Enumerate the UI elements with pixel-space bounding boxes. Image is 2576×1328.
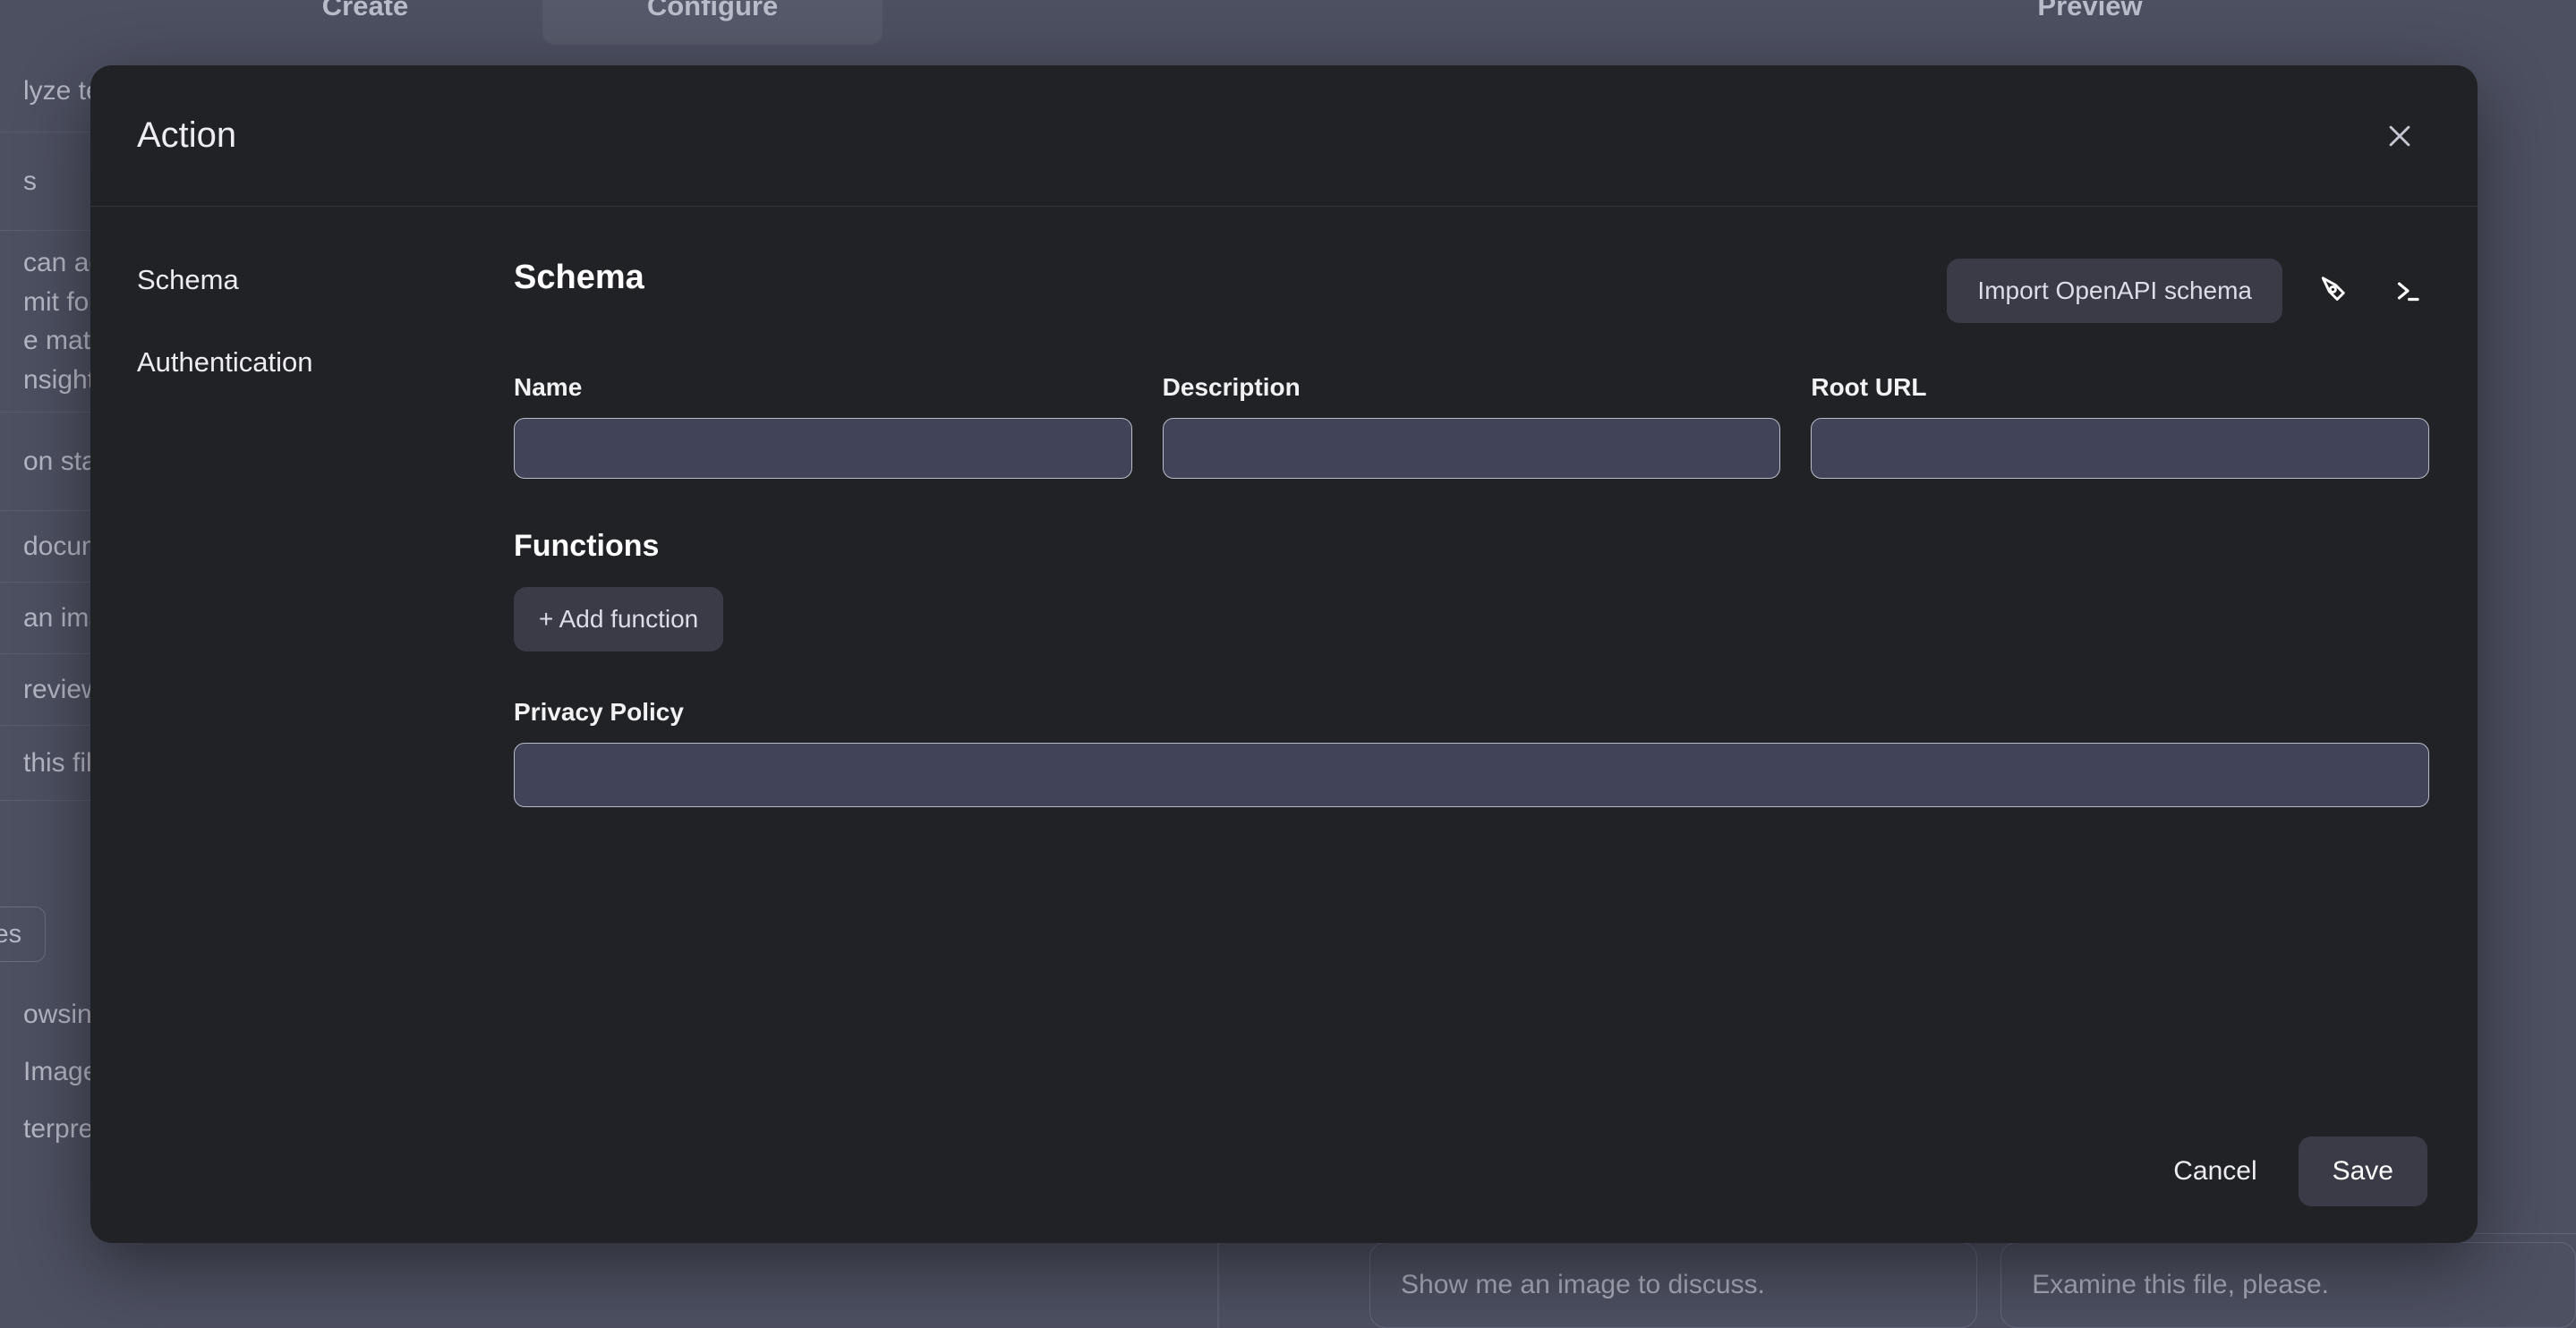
prompt-chip-file[interactable]: Examine this file, please. [2000, 1242, 2576, 1328]
background-chip-label: les [0, 920, 21, 949]
background-text: s [23, 166, 37, 197]
import-openapi-schema-button[interactable]: Import OpenAPI schema [1947, 259, 2282, 323]
root-url-label: Root URL [1811, 373, 2429, 402]
cancel-button[interactable]: Cancel [2150, 1138, 2280, 1205]
save-button[interactable]: Save [2299, 1136, 2427, 1206]
action-modal: Action Schema Authentication Schema [90, 65, 2478, 1243]
schema-panel: Schema Import OpenAPI schema [323, 207, 2478, 1100]
background-files-chip[interactable]: les [0, 907, 46, 962]
privacy-policy-label: Privacy Policy [514, 698, 2429, 727]
tab-configure[interactable]: Configure [542, 0, 883, 45]
background-tab-bar: Create Configure [195, 0, 883, 45]
name-label: Name [514, 373, 1132, 402]
description-field-group: Description [1163, 373, 1781, 479]
tab-create[interactable]: Create [195, 0, 535, 45]
functions-section: Functions + Add function [514, 529, 2429, 651]
modal-body: Schema Authentication Schema Import Open… [90, 207, 2478, 1100]
sidebar-item-authentication[interactable]: Authentication [137, 346, 323, 379]
functions-title: Functions [514, 529, 2429, 564]
tab-configure-label: Configure [647, 0, 778, 22]
modal-footer: Cancel Save [90, 1100, 2478, 1243]
sidebar-item-schema[interactable]: Schema [137, 264, 323, 296]
description-input[interactable] [1163, 418, 1781, 479]
modal-title: Action [137, 115, 236, 156]
modal-header: Action [90, 65, 2478, 207]
section-title: Schema [514, 259, 644, 297]
tab-create-label: Create [322, 0, 409, 22]
privacy-policy-section: Privacy Policy [514, 698, 2429, 807]
app-root: Create Configure Preview lyze text s can… [0, 0, 2576, 1328]
modal-sidebar: Schema Authentication [90, 207, 323, 1100]
pen-nib-icon[interactable] [2313, 269, 2356, 312]
conversation-starters: Show me an image to discuss. Examine thi… [1369, 1242, 2576, 1328]
root-url-field-group: Root URL [1811, 373, 2429, 479]
add-function-button[interactable]: + Add function [514, 587, 723, 651]
prompt-chip-label: Show me an image to discuss. [1401, 1270, 1765, 1300]
name-input[interactable] [514, 418, 1132, 479]
prompt-chip-label: Examine this file, please. [2032, 1270, 2329, 1300]
name-field-group: Name [514, 373, 1132, 479]
privacy-policy-input[interactable] [514, 743, 2429, 807]
terminal-icon[interactable] [2386, 269, 2429, 312]
preview-label: Preview [2037, 0, 2142, 22]
schema-header: Schema Import OpenAPI schema [514, 259, 2429, 323]
preview-pane-title: Preview [1866, 0, 2314, 45]
sidebar-item-label: Authentication [137, 346, 312, 378]
schema-header-actions: Import OpenAPI schema [1947, 259, 2429, 323]
root-url-input[interactable] [1811, 418, 2429, 479]
close-icon[interactable] [2372, 108, 2427, 164]
sidebar-item-label: Schema [137, 264, 239, 295]
schema-fields-row: Name Description Root URL [514, 373, 2429, 479]
description-label: Description [1163, 373, 1781, 402]
prompt-chip-image[interactable]: Show me an image to discuss. [1369, 1242, 1977, 1328]
